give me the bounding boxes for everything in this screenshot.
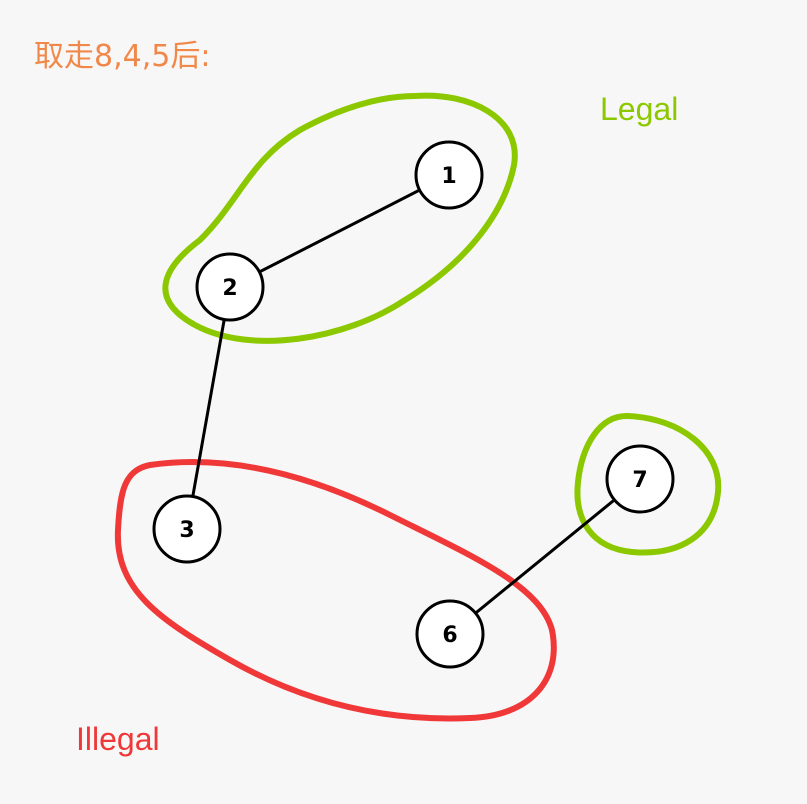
node-3: 3 xyxy=(152,494,222,564)
node-6: 6 xyxy=(415,599,485,669)
node-7-label: 7 xyxy=(632,468,647,493)
diagram-canvas: 取走8,4,5后: Legal Illegal 1 2 3 6 7 xyxy=(34,39,722,757)
edges xyxy=(185,173,641,636)
node-2: 2 xyxy=(195,252,265,322)
node-1: 1 xyxy=(414,140,484,210)
node-7: 7 xyxy=(605,444,675,514)
node-2-label: 2 xyxy=(222,276,237,301)
node-6-label: 6 xyxy=(442,623,457,648)
legal-label: Legal xyxy=(600,91,678,127)
node-3-label: 3 xyxy=(179,518,194,543)
edge-1-2 xyxy=(229,173,450,289)
illegal-label: Illegal xyxy=(76,721,160,757)
page-title: 取走8,4,5后: xyxy=(34,39,210,74)
node-1-label: 1 xyxy=(441,164,456,189)
